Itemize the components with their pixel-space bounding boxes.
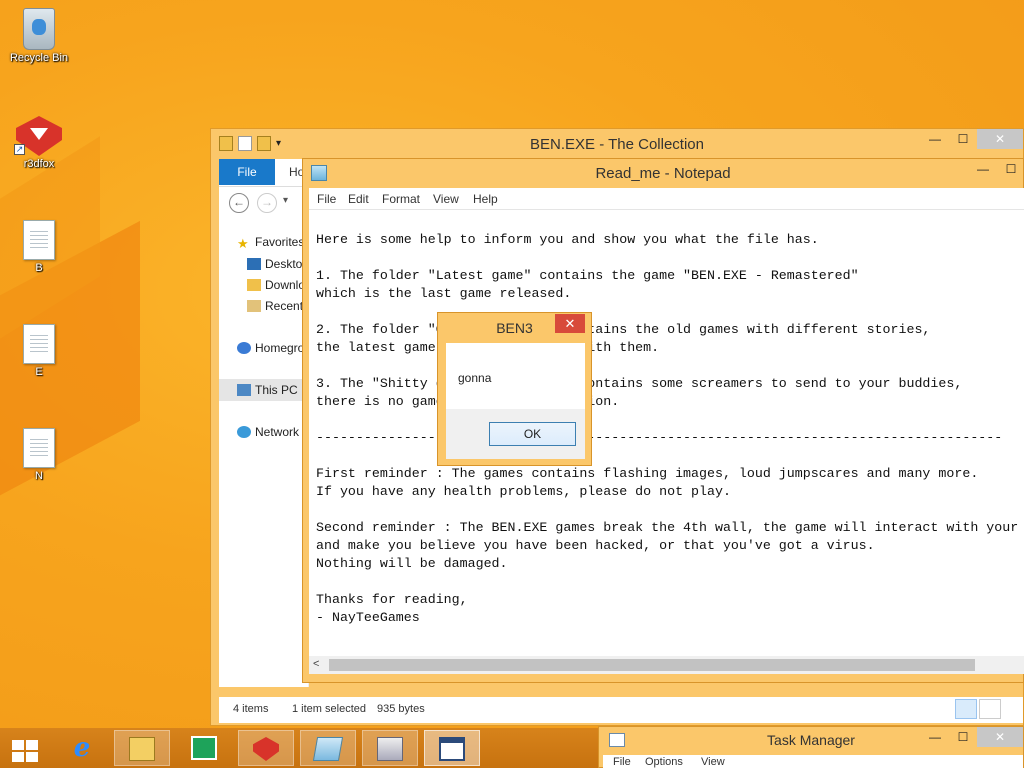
windows-logo-icon bbox=[12, 740, 38, 762]
nav-item-network[interactable]: Network bbox=[237, 425, 309, 439]
window-title: Read_me - Notepad bbox=[595, 165, 731, 182]
homegroup-icon bbox=[237, 342, 251, 354]
desktop-icon-label: r3dfox bbox=[23, 158, 55, 170]
menu-view[interactable]: View bbox=[701, 756, 725, 768]
message-dialog: BEN3 ✕ gonna OK bbox=[437, 312, 592, 466]
menu-options[interactable]: Options bbox=[645, 756, 683, 768]
dialog-footer: OK bbox=[446, 409, 585, 459]
document-icon bbox=[23, 220, 55, 260]
maximize-button[interactable]: ☐ bbox=[949, 129, 977, 149]
minimize-button[interactable]: — bbox=[921, 129, 949, 149]
selection-size: 935 bytes bbox=[377, 703, 425, 715]
dialog-message: gonna bbox=[458, 371, 492, 385]
text-editor[interactable]: Here is some help to inform you and show… bbox=[309, 210, 1024, 656]
maximize-button[interactable]: ☐ bbox=[949, 727, 977, 747]
notepad-icon bbox=[312, 737, 344, 761]
menu-edit[interactable]: Edit bbox=[348, 192, 369, 206]
menu-view[interactable]: View bbox=[433, 192, 459, 206]
folder-icon bbox=[129, 737, 155, 761]
document-icon bbox=[23, 428, 55, 468]
minimize-button[interactable]: — bbox=[921, 727, 949, 747]
desktop-icon-label: E bbox=[35, 366, 43, 378]
close-button[interactable]: ✕ bbox=[977, 129, 1023, 149]
recent-locations-dropdown[interactable]: ▾ bbox=[283, 195, 288, 206]
window-icon bbox=[439, 737, 465, 761]
star-icon: ★ bbox=[237, 236, 249, 249]
taskbar-file-explorer[interactable] bbox=[114, 730, 170, 766]
menu-bar: File Edit Format View Help bbox=[309, 188, 1024, 210]
notepad-window: Read_me - Notepad — ☐ File Edit Format V… bbox=[302, 158, 1024, 683]
shortcut-arrow-icon: ↗ bbox=[14, 144, 25, 155]
taskbar-r3dfox[interactable] bbox=[238, 730, 294, 766]
horizontal-scrollbar[interactable]: < bbox=[309, 656, 1024, 674]
document-text: Here is some help to inform you and show… bbox=[316, 232, 1019, 625]
maximize-button[interactable]: ☐ bbox=[997, 159, 1024, 179]
menu-file[interactable]: File bbox=[317, 192, 336, 206]
window-title: BEN.EXE - The Collection bbox=[530, 136, 704, 153]
menu-file[interactable]: File bbox=[613, 756, 631, 768]
computer-icon bbox=[237, 384, 251, 396]
fox-browser-icon bbox=[253, 737, 279, 761]
navigation-pane: ★Favorites Desktop Downloads Recent plac… bbox=[219, 217, 319, 687]
taskbar-notepad[interactable] bbox=[300, 730, 356, 766]
dialog-close-button[interactable]: ✕ bbox=[555, 314, 585, 333]
close-button[interactable]: ✕ bbox=[977, 727, 1023, 747]
internet-explorer-icon: e bbox=[73, 733, 91, 763]
desktop-icon bbox=[247, 258, 261, 270]
large-icons-view-button[interactable] bbox=[979, 699, 1001, 719]
taskbar-window[interactable] bbox=[424, 730, 480, 766]
notepad-titlebar[interactable]: Read_me - Notepad — ☐ bbox=[303, 159, 1023, 188]
tab-file[interactable]: File bbox=[219, 159, 275, 185]
details-view-button[interactable] bbox=[955, 699, 977, 719]
nav-item-favorites[interactable]: ★ Favorites bbox=[237, 235, 309, 249]
taskbar-internet-explorer[interactable]: e bbox=[54, 730, 110, 766]
scroll-left-icon[interactable]: < bbox=[313, 658, 319, 670]
taskbar-store[interactable] bbox=[176, 730, 232, 766]
taskbar-control-panel[interactable] bbox=[362, 730, 418, 766]
store-icon bbox=[191, 736, 217, 760]
desktop-icon-label: N bbox=[35, 470, 43, 482]
desktop-icon-n[interactable]: N bbox=[1, 428, 77, 482]
recycle-bin-icon bbox=[23, 8, 55, 50]
scrollbar-thumb[interactable] bbox=[329, 659, 975, 671]
desktop-icon-b[interactable]: B bbox=[1, 220, 77, 274]
control-panel-icon bbox=[377, 737, 403, 761]
desktop-icon-recycle-bin[interactable]: Recycle Bin bbox=[1, 8, 77, 64]
network-icon bbox=[237, 426, 251, 438]
back-button[interactable]: ← bbox=[229, 193, 249, 213]
desktop-icon-r3dfox[interactable]: ↗ r3dfox bbox=[1, 116, 77, 170]
document-icon bbox=[23, 324, 55, 364]
dialog-body: gonna bbox=[446, 343, 585, 409]
ok-button[interactable]: OK bbox=[489, 422, 576, 446]
menu-help[interactable]: Help bbox=[473, 192, 498, 206]
menu-bar: File Options View bbox=[603, 755, 1023, 768]
downloads-folder-icon bbox=[247, 279, 261, 291]
task-manager-window: Task Manager — ☐ ✕ File Options View bbox=[598, 726, 1024, 768]
item-count: 4 items bbox=[233, 703, 269, 715]
recent-places-icon bbox=[247, 300, 261, 312]
status-bar: 4 items 1 item selected 935 bytes bbox=[219, 697, 1023, 723]
explorer-titlebar[interactable]: ▾ BEN.EXE - The Collection — ☐ ✕ bbox=[211, 129, 1023, 159]
menu-format[interactable]: Format bbox=[382, 192, 420, 206]
desktop-icon-e[interactable]: E bbox=[1, 324, 77, 378]
nav-item-homegroup[interactable]: Homegroup bbox=[237, 341, 309, 355]
desktop-icon-label: Recycle Bin bbox=[9, 52, 69, 64]
selection-status: 1 item selected bbox=[292, 703, 366, 715]
minimize-button[interactable]: — bbox=[969, 159, 997, 179]
forward-button[interactable]: → bbox=[257, 193, 277, 213]
desktop-icon-label: B bbox=[35, 262, 43, 274]
nav-item-this-pc[interactable]: This PC bbox=[219, 379, 309, 401]
start-button[interactable] bbox=[0, 730, 52, 766]
